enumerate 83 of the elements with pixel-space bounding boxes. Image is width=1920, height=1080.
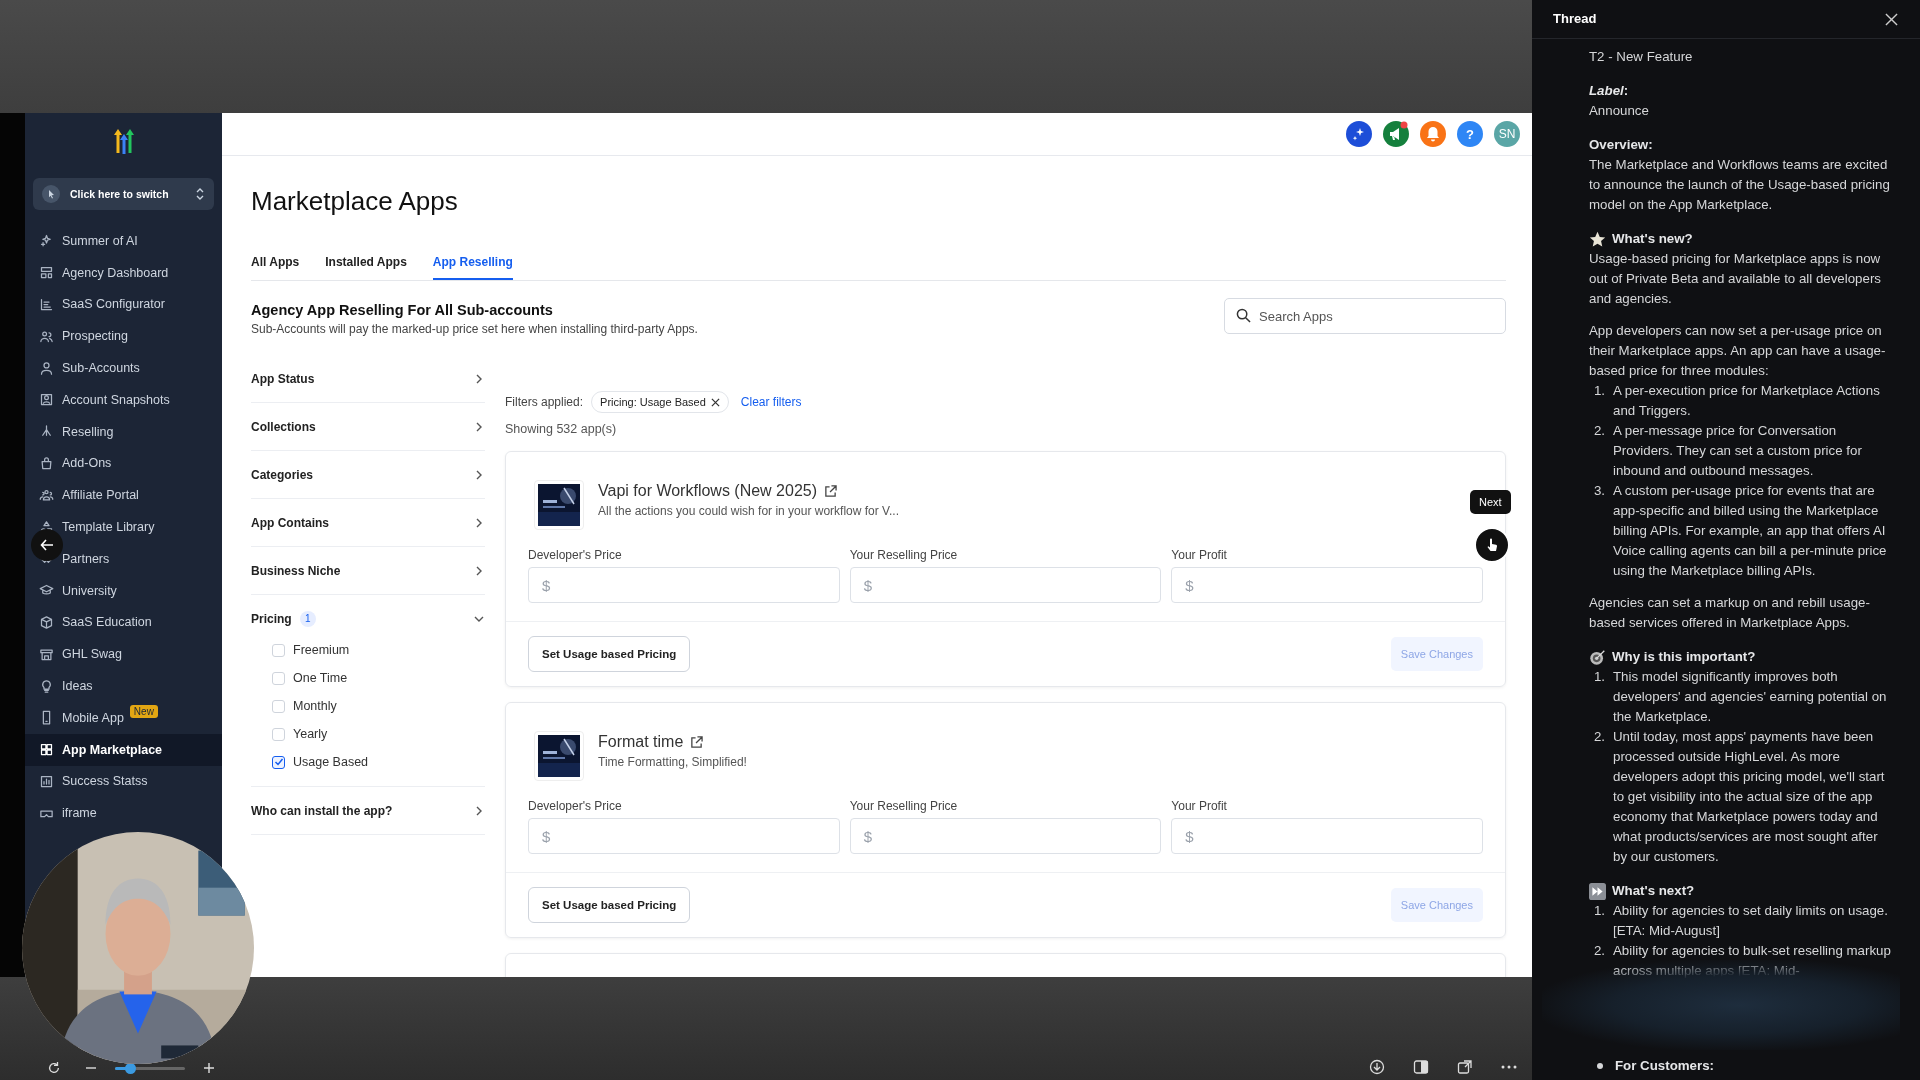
list-number: 1. bbox=[1592, 382, 1606, 400]
list-item: A per-execution price for Marketplace Actions and Triggers. bbox=[1613, 382, 1881, 420]
list-item: A custom per-usage price for events that are app-specific and billed using the Marketplace billing APIs. For example, an app that offers AI Voice calling agents can bill a per-minute price using the Marketplace billing APIs. bbox=[1613, 482, 1888, 580]
checkbox-label: Monthly bbox=[293, 699, 337, 713]
help-button[interactable]: ? bbox=[1457, 121, 1483, 147]
sidebar-item[interactable]: App Marketplace bbox=[25, 733, 222, 766]
list-number: 2. bbox=[1592, 728, 1606, 746]
list-item: Until today, most apps' payments have been processed outside HighLevel. As more developers adopt this pricing model, we'll start to get visibility into the actual size of the app economy that Marketplace powers today and what products/services are most sought after by our customers. bbox=[1613, 728, 1886, 866]
sidebar-item[interactable]: Summer of AI bbox=[25, 225, 222, 257]
field-label: Your Reselling Price bbox=[849, 799, 959, 813]
tooltip: Next bbox=[1470, 490, 1511, 514]
checkbox-label: Freemium bbox=[293, 643, 350, 657]
field-label: Your Profit bbox=[1171, 548, 1228, 562]
sidebar-item[interactable]: iframe bbox=[25, 797, 222, 830]
filters-label: Filters applied: bbox=[505, 395, 584, 409]
filter-header[interactable]: App Status bbox=[251, 355, 485, 402]
checkbox-label: Usage Based bbox=[293, 755, 369, 769]
page-title: Marketplace Apps bbox=[251, 185, 459, 217]
field-label: Your Reselling Price bbox=[849, 548, 959, 562]
sidebar-item[interactable]: Ideas bbox=[25, 670, 222, 702]
list-number: 2. bbox=[1592, 942, 1606, 960]
list-item: A per-message price for Conversation Providers. They can set a custom price for inbound and outbound messages. bbox=[1613, 422, 1863, 480]
sidebar-item[interactable]: Reselling bbox=[25, 415, 222, 448]
checkbox-label: Yearly bbox=[293, 727, 328, 741]
list-number: 2. bbox=[1592, 422, 1606, 440]
section-heading: What's next? bbox=[1612, 882, 1695, 900]
paragraph: Usage-based pricing for Marketplace apps is now out of Private Beta and available to all developers and agencies. bbox=[1589, 250, 1882, 308]
paragraph: App developers can now set a per-usage price on their Marketplace apps. An app can have a usage-based price for three modules: bbox=[1589, 322, 1887, 380]
app-description: All the actions you could wish for in your workflow for V... bbox=[598, 504, 900, 518]
list-item: Ability for agencies to set daily limits on usage. [ETA: Mid-August] bbox=[1613, 902, 1889, 940]
section-subtitle: Sub-Accounts will pay the marked-up price set here when installing third-party Apps. bbox=[251, 322, 698, 336]
list-number: 1. bbox=[1592, 902, 1606, 920]
tab[interactable]: App Reselling bbox=[432, 245, 513, 280]
sidebar-item[interactable]: University bbox=[25, 574, 222, 607]
section-title: Agency App Reselling For All Sub-accounts bbox=[251, 302, 554, 318]
usage-pricing-button[interactable]: Set Usage based Pricing bbox=[528, 887, 691, 923]
field-label: Your Profit bbox=[1171, 799, 1228, 813]
app-description: Time Formatting, Simplified! bbox=[598, 755, 747, 769]
app-name: Format time bbox=[598, 733, 684, 751]
sidebar-item[interactable]: Affiliate Portal bbox=[25, 479, 222, 512]
sidebar-item[interactable]: Agency Dashboard bbox=[25, 256, 222, 289]
field-label: Developer's Price bbox=[528, 548, 623, 562]
sidebar-item[interactable]: Sub-Accounts bbox=[25, 352, 222, 384]
filter-header[interactable]: Business Niche bbox=[251, 547, 485, 594]
paragraph: Agencies can set a markup on and rebill usage-based services offered in Marketplace Apps. bbox=[1589, 594, 1871, 632]
section-heading: What's new? bbox=[1612, 230, 1693, 248]
sidebar-item[interactable]: GHL Swag bbox=[25, 638, 222, 671]
list-number: 3. bbox=[1592, 482, 1606, 500]
paragraph: T2 - New Feature bbox=[1589, 48, 1694, 66]
usage-pricing-button[interactable]: Set Usage based Pricing bbox=[528, 636, 691, 672]
sidebar-item[interactable]: SaaS Education bbox=[25, 606, 222, 639]
new-badge: New bbox=[129, 704, 158, 718]
filter-header[interactable]: Collections bbox=[251, 403, 485, 450]
clear-filters-link[interactable]: Clear filters bbox=[740, 395, 802, 409]
section-heading: Overview: bbox=[1589, 136, 1653, 154]
checkbox-label: One Time bbox=[293, 671, 348, 685]
sidebar-item[interactable]: Prospecting bbox=[25, 320, 222, 353]
sidebar-item[interactable]: Add-Ons bbox=[25, 447, 222, 480]
app-name: Vapi for Workflows (New 2025) bbox=[598, 482, 818, 500]
tab[interactable]: Installed Apps bbox=[325, 245, 407, 280]
search-field[interactable]: Search Apps bbox=[1224, 298, 1506, 334]
section-heading: Why is this important? bbox=[1612, 648, 1756, 666]
paragraph: The Marketplace and Workflows teams are excited to announce the launch of the Usage-based pricing model on the App Marketplace. bbox=[1589, 156, 1891, 214]
filter-header[interactable]: Who can install the app? bbox=[251, 787, 485, 834]
list-item: For Customers: bbox=[1615, 1057, 1714, 1075]
list-item: This model significantly improves both developers' and agencies' earning potential on the Marketplace. bbox=[1613, 668, 1888, 726]
count-badge: 1 bbox=[299, 610, 316, 627]
paragraph: Announce bbox=[1589, 102, 1650, 120]
sidebar-item[interactable]: Account Snapshots bbox=[25, 384, 222, 416]
panel-title: Thread bbox=[1553, 10, 1597, 28]
filter-header[interactable]: Categories bbox=[251, 451, 485, 498]
sidebar-item[interactable]: SaaS Configurator bbox=[25, 288, 222, 321]
tab[interactable]: All Apps bbox=[251, 245, 300, 280]
sidebar-item[interactable]: Success Statss bbox=[25, 765, 222, 798]
sidebar-item[interactable]: Mobile App New bbox=[25, 701, 222, 734]
field-label: Developer's Price bbox=[528, 799, 623, 813]
list-number: 1. bbox=[1592, 668, 1606, 686]
section-heading: Label: bbox=[1589, 82, 1629, 100]
filter-header[interactable]: App Contains bbox=[251, 499, 485, 546]
account-switcher[interactable]: Click here to switch bbox=[33, 178, 214, 210]
filter-header[interactable]: Pricing 1 bbox=[251, 595, 485, 642]
results-count: Showing 532 app(s) bbox=[505, 422, 618, 436]
list-item: Ability for agencies to bulk-set reselling markup across multiple apps [ETA: Mid- bbox=[1613, 942, 1892, 980]
